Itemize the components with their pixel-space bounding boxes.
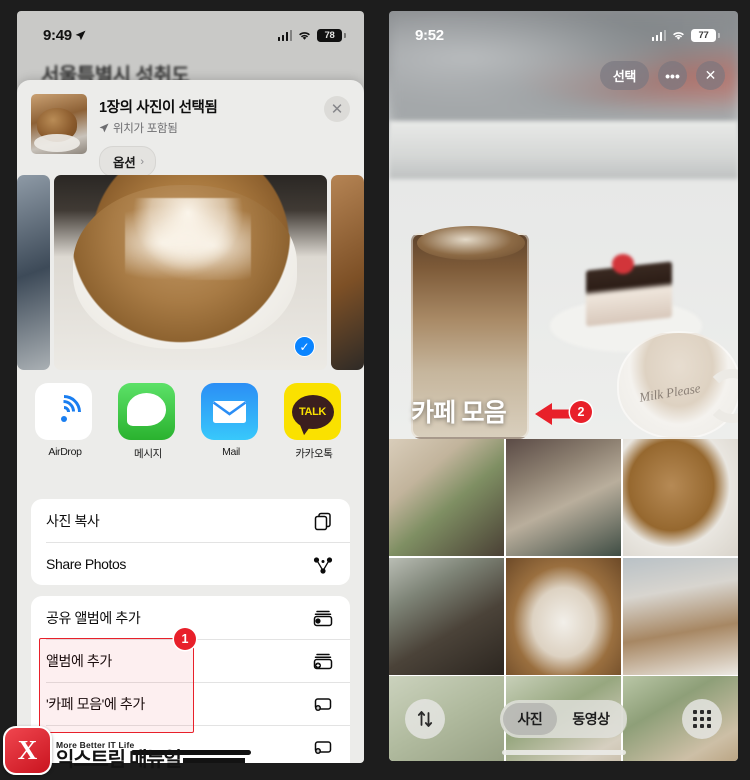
strawberry-topping — [612, 254, 634, 274]
action-label: 공유 앨범에 추가 — [46, 609, 141, 626]
action-group-copy: 사진 복사 Share Photos — [31, 499, 350, 585]
wifi-icon — [299, 31, 310, 40]
action-label: 사진 복사 — [46, 512, 100, 529]
home-indicator — [501, 750, 626, 755]
grid-photo-cafe-christmas-tree[interactable] — [389, 557, 505, 675]
share-sheet-title: 1장의 사진이 선택됨 — [99, 100, 218, 116]
kakaotalk-icon: TALK — [284, 383, 341, 440]
right-status-bar: 9:52 77 — [389, 11, 738, 51]
selected-photo-thumbnail[interactable] — [31, 94, 87, 154]
grid-photo-iced-coffee-and-cake[interactable] — [622, 557, 738, 675]
share-app-mail[interactable]: Mail — [201, 383, 261, 469]
share-app-messages[interactable]: 메시지 — [118, 383, 178, 469]
status-time-wrap: 9:52 — [415, 27, 444, 44]
media-type-segmented-control: 사진 동영상 — [499, 700, 628, 738]
share-app-row: AirDrop 메시지 Mail TALK 카카오톡 — [17, 383, 364, 469]
preview-prev-photo[interactable] — [17, 175, 50, 370]
battery-percent: 77 — [698, 29, 709, 41]
watermark-name-row: 익스트림 매뉴얼 — [56, 750, 245, 771]
watermark-name: 익스트림 매뉴얼 — [56, 749, 182, 771]
status-time: 9:52 — [415, 26, 444, 44]
annotation-badge-1: 1 — [174, 628, 196, 650]
options-label: 옵션 — [113, 156, 136, 170]
sort-arrows-icon[interactable] — [405, 699, 445, 739]
preview-next-photo[interactable] — [331, 175, 364, 370]
share-app-airdrop[interactable]: AirDrop — [35, 383, 95, 469]
status-time-wrap: 9:49 — [43, 27, 86, 44]
grid-photo-cafe-interior-window[interactable] — [389, 439, 505, 556]
airdrop-rings — [35, 383, 92, 440]
share-app-label: AirDrop — [48, 446, 82, 458]
right-phone-screen: Milk Please 9:52 77 선택 ••• ✕ 카페 모음 2 사진 … — [389, 11, 738, 761]
grid-photo-latte-art-closeup[interactable] — [622, 439, 738, 556]
status-indicators: 77 — [651, 28, 720, 42]
latte-art-shape — [124, 198, 251, 281]
watermark: X More Better IT Life 익스트림 매뉴얼 — [3, 726, 245, 775]
grid-view-icon[interactable] — [682, 699, 722, 739]
shared-album-add-icon — [311, 606, 335, 630]
left-phone-panel: 서울특별시 성취도 9:49 78 1장의 사진이 선택됨 위치가 포함됨 옵션… — [0, 0, 375, 780]
watermark-logo-glyph: X — [17, 735, 38, 765]
album-add-icon — [311, 649, 335, 673]
share-app-label: 메시지 — [134, 448, 162, 460]
album-top-controls: 선택 ••• ✕ — [599, 61, 725, 90]
share-sheet-info: 1장의 사진이 선택됨 위치가 포함됨 옵션 › — [87, 94, 324, 177]
copy-icon — [311, 509, 335, 533]
battery-percent: 78 — [324, 29, 335, 41]
preview-row: ✓ — [17, 175, 364, 370]
album-title: 카페 모음 — [411, 399, 507, 427]
action-label: Share Photos — [46, 555, 127, 572]
preview-selected-photo[interactable]: ✓ — [54, 175, 327, 370]
mail-icon — [201, 383, 258, 440]
chevron-right-icon: › — [140, 155, 144, 168]
kakaotalk-glyph: TALK — [299, 405, 326, 418]
watermark-logo-icon: X — [3, 726, 52, 775]
status-indicators: 78 — [277, 28, 346, 42]
share-nodes-icon — [311, 552, 335, 576]
status-time: 9:49 — [43, 26, 72, 44]
battery-indicator: 78 — [317, 28, 346, 42]
selected-checkmark-icon[interactable]: ✓ — [294, 336, 315, 357]
segment-videos[interactable]: 동영상 — [557, 703, 624, 735]
add-rect-icon — [311, 735, 335, 759]
share-app-kakaotalk[interactable]: TALK 카카오톡 — [284, 383, 344, 469]
airdrop-icon — [35, 383, 92, 440]
location-arrow-icon — [99, 123, 109, 133]
select-button[interactable]: 선택 — [599, 61, 649, 90]
segment-photos[interactable]: 사진 — [502, 703, 558, 735]
action-row-copy-photo[interactable]: 사진 복사 — [31, 499, 350, 542]
wifi-icon — [673, 31, 684, 40]
annotation-badge-2: 2 — [570, 401, 592, 423]
add-to-album-icon — [311, 692, 335, 716]
close-icon[interactable]: ✕ — [696, 61, 725, 90]
right-phone-panel: Milk Please 9:52 77 선택 ••• ✕ 카페 모음 2 사진 … — [375, 0, 750, 780]
action-row-share-photos[interactable]: Share Photos — [31, 542, 350, 585]
share-app-label: Mail — [222, 446, 240, 458]
share-sheet-subtitle: 위치가 포함됨 — [113, 123, 178, 135]
left-phone-screen: 서울특별시 성취도 9:49 78 1장의 사진이 선택됨 위치가 포함됨 옵션… — [17, 11, 364, 763]
share-sheet-header: 1장의 사진이 선택됨 위치가 포함됨 옵션 › ✕ — [17, 80, 364, 187]
hero-windowsill — [389, 121, 738, 179]
grid-dots — [693, 710, 711, 728]
watermark-text: More Better IT Life 익스트림 매뉴얼 — [56, 740, 245, 775]
watermark-bar — [182, 758, 245, 763]
screenshot-root: 서울특별시 성취도 9:49 78 1장의 사진이 선택됨 위치가 포함됨 옵션… — [0, 0, 750, 780]
grid-photo-affogato-cup[interactable] — [505, 557, 622, 675]
left-status-bar: 9:49 78 — [17, 11, 364, 51]
album-bottom-controls: 사진 동영상 — [389, 699, 738, 739]
cellular-bars-icon — [277, 29, 292, 41]
battery-indicator: 77 — [691, 28, 720, 42]
share-app-label: 카카오톡 — [295, 448, 333, 460]
close-button[interactable]: ✕ — [324, 96, 350, 122]
location-arrow-icon — [75, 30, 86, 40]
more-options-icon[interactable]: ••• — [658, 61, 687, 90]
options-button[interactable]: 옵션 › — [99, 146, 156, 177]
cellular-bars-icon — [651, 29, 666, 41]
messages-icon — [118, 383, 175, 440]
photo-preview-strip: ✓ — [17, 175, 364, 370]
share-sheet-subtitle-row: 위치가 포함됨 — [99, 120, 324, 136]
grid-photo-cafe-interior-tables[interactable] — [505, 439, 622, 556]
highlight-box-album-actions — [39, 638, 194, 733]
